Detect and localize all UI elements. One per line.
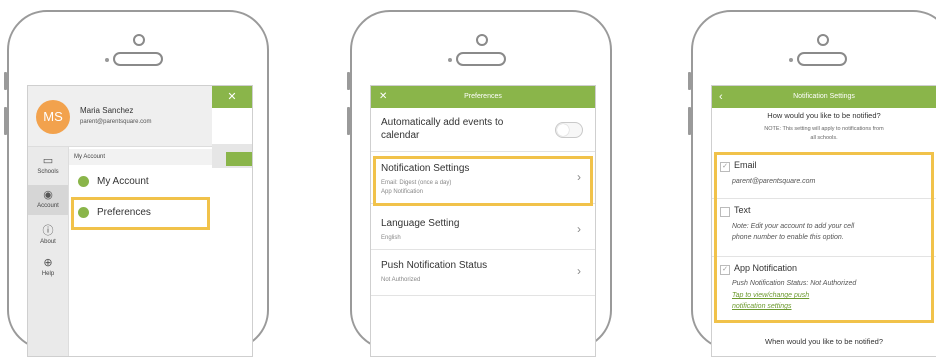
- row-title: Language Setting: [381, 218, 460, 229]
- camera-icon: [817, 34, 829, 46]
- screen-notification-settings: ‹ Notification Settings How would you li…: [711, 85, 936, 357]
- speaker-grille: [113, 52, 163, 66]
- background-panel: [212, 168, 252, 356]
- highlight-box: [373, 156, 593, 206]
- back-icon[interactable]: ‹: [719, 86, 723, 108]
- schools-icon: ▭: [42, 155, 54, 167]
- section-label: My Account: [69, 149, 212, 165]
- close-icon[interactable]: ✕: [379, 86, 387, 108]
- highlight-box: [71, 197, 210, 230]
- row-title: Push Notification Status: [381, 260, 488, 271]
- side-button: [4, 72, 7, 90]
- side-rail: ▭ Schools ◉ Account ⓘ About ⊕ Help: [28, 147, 69, 356]
- close-icon[interactable]: ✕: [212, 86, 252, 108]
- side-button: [688, 72, 691, 90]
- row-language-setting[interactable]: Language Setting English ›: [371, 210, 595, 250]
- screen-account-menu: MS Maria Sanchez parent@parentsquare.com…: [27, 85, 253, 357]
- menu-label: My Account: [97, 176, 149, 187]
- chevron-right-icon: ›: [577, 264, 581, 278]
- side-button: [4, 107, 7, 135]
- account-menu: My Account My Account Preferences: [69, 147, 212, 356]
- page-title: Notification Settings: [793, 93, 855, 100]
- notification-header: ‹ Notification Settings: [712, 86, 936, 108]
- account-icon: ◉: [43, 189, 53, 201]
- phone-frame-1: MS Maria Sanchez parent@parentsquare.com…: [4, 10, 269, 357]
- side-button: [688, 107, 691, 135]
- background-accent: [226, 152, 252, 166]
- phone-frame-2: ✕ Preferences Automatically add events t…: [347, 10, 612, 357]
- rail-label: Schools: [37, 169, 59, 175]
- menu-dot-icon: [78, 175, 89, 187]
- chevron-right-icon: ›: [577, 222, 581, 236]
- camera-icon: [133, 34, 145, 46]
- calendar-toggle[interactable]: [555, 122, 583, 138]
- rail-label: Account: [37, 203, 59, 209]
- screen-preferences: ✕ Preferences Automatically add events t…: [370, 85, 596, 357]
- rail-label: About: [40, 239, 56, 245]
- page-title: Preferences: [464, 93, 502, 100]
- row-subtitle: Not Authorized: [381, 277, 421, 283]
- avatar[interactable]: MS: [36, 100, 70, 134]
- background-panel: [212, 108, 252, 144]
- rail-label: Help: [41, 271, 55, 277]
- side-button: [347, 107, 350, 135]
- menu-item-my-account[interactable]: My Account: [69, 167, 212, 197]
- preferences-header: ✕ Preferences: [371, 86, 595, 108]
- speaker-grille: [797, 52, 847, 66]
- user-email: parent@parentsquare.com: [80, 119, 152, 125]
- profile-header: MS Maria Sanchez parent@parentsquare.com: [28, 86, 212, 147]
- row-calendar-sync: Automatically add events to calendar: [371, 108, 595, 152]
- sensor-dot: [105, 58, 109, 62]
- note-text: NOTE: This setting will apply to notific…: [764, 126, 884, 132]
- rail-item-help[interactable]: ⊕ Help: [28, 257, 68, 277]
- question-heading: How would you like to be notified?: [767, 111, 881, 120]
- schedule-heading: When would you like to be notified?: [765, 337, 883, 346]
- sensor-dot: [448, 58, 452, 62]
- highlight-box: [714, 152, 934, 323]
- rail-item-account[interactable]: ◉ Account: [28, 185, 68, 215]
- user-name: Maria Sanchez: [80, 106, 134, 115]
- row-push-status[interactable]: Push Notification Status Not Authorized …: [371, 252, 595, 296]
- sensor-dot: [789, 58, 793, 62]
- row-title: Automatically add events to calendar: [381, 117, 504, 141]
- note-text: all schools.: [810, 135, 838, 141]
- globe-icon: ⊕: [43, 257, 53, 269]
- info-icon: ⓘ: [42, 225, 54, 237]
- phone-frame-3: ‹ Notification Settings How would you li…: [688, 10, 936, 357]
- speaker-grille: [456, 52, 506, 66]
- side-button: [347, 72, 350, 90]
- camera-icon: [476, 34, 488, 46]
- rail-item-schools[interactable]: ▭ Schools: [28, 155, 68, 175]
- row-subtitle: English: [381, 235, 401, 241]
- rail-item-about[interactable]: ⓘ About: [28, 225, 68, 245]
- background-view: ✕: [212, 86, 252, 356]
